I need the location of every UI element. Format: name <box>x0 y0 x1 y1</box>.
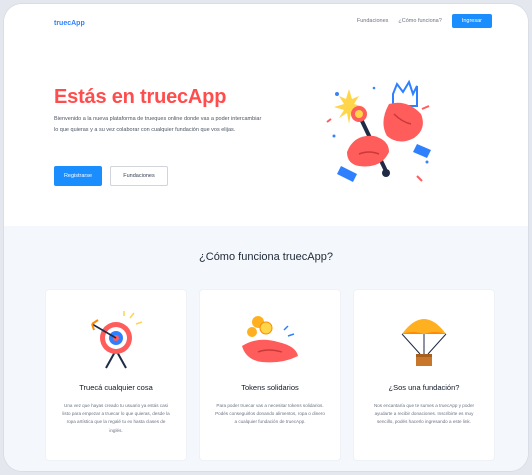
section-title: ¿Cómo funciona truecApp? <box>199 251 333 263</box>
nav-link-como-funciona[interactable]: ¿Cómo funciona? <box>398 18 441 24</box>
hero-description: Bienvenido a la nueva plataforma de true… <box>54 116 262 133</box>
foundations-button[interactable]: Fundaciones <box>110 166 168 186</box>
card-foundation: ¿Sos una fundación? Nos encantaría que t… <box>354 290 494 460</box>
register-button[interactable]: Registrarse <box>54 166 102 186</box>
target-icon <box>91 311 143 369</box>
card-text: Una vez que hayas creado tu usuario ya e… <box>62 403 170 433</box>
parachute-box-icon <box>401 319 447 366</box>
nav-link-fundaciones[interactable]: Fundaciones <box>357 18 389 24</box>
hero-title: Estás en truecApp <box>54 86 227 108</box>
top-nav: Fundaciones ¿Cómo funciona? Ingresar <box>357 14 492 28</box>
hands-trophy-illustration <box>326 79 431 182</box>
logo[interactable]: truecApp <box>54 20 85 27</box>
login-button[interactable]: Ingresar <box>451 14 492 28</box>
hero-section: truecApp Fundaciones ¿Cómo funciona? Ing… <box>4 4 528 226</box>
card-title: Tokens solidarios <box>241 383 299 392</box>
hand-coins-icon <box>242 316 298 363</box>
card-title: Truecá cualquier cosa <box>79 383 153 392</box>
card-title: ¿Sos una fundación? <box>388 383 460 392</box>
how-it-works-section: ¿Cómo funciona truecApp? Truecá cualquie… <box>4 226 528 471</box>
card-trade: Truecá cualquier cosa Una vez que hayas … <box>46 290 186 460</box>
card-text: Nos encantaría que te sumes a truecApp y… <box>373 403 475 425</box>
card-text: Para poder truecar vas a necesitar token… <box>215 403 325 425</box>
card-tokens: Tokens solidarios Para poder truecar vas… <box>200 290 340 460</box>
browser-frame: truecApp Fundaciones ¿Cómo funciona? Ing… <box>4 4 528 471</box>
